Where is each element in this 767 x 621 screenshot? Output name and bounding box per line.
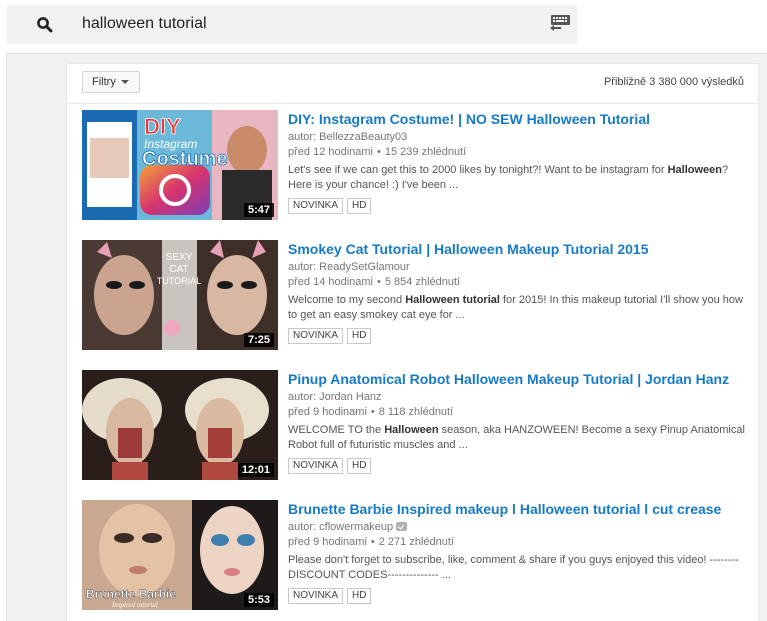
video-info: DIY: Instagram Costume! | NO SEW Hallowe… <box>288 110 752 214</box>
new-badge: NOVINKA <box>288 588 344 604</box>
result-count: Přibližně 3 380 000 výsledků <box>603 76 744 88</box>
new-badge: NOVINKA <box>288 328 344 344</box>
hd-badge: HD <box>347 328 372 344</box>
list-item: SEXY CAT TUTORIAL 7:25 Smokey Cat Tutori… <box>82 240 752 352</box>
author-link[interactable]: autor: Jordan Hanz <box>288 391 382 403</box>
video-description: Please don't forget to subscribe, like, … <box>288 553 752 583</box>
desc-text: Welcome to my second <box>288 294 406 306</box>
badge-group: NOVINKA HD <box>288 458 752 474</box>
desc-highlight: Halloween <box>667 164 722 176</box>
search-icon[interactable] <box>36 16 54 34</box>
video-duration: 5:53 <box>243 593 274 607</box>
video-thumbnail[interactable]: Brunette Barbie Inspired tutorial 5:53 <box>82 500 278 610</box>
search-input[interactable] <box>82 10 522 38</box>
thumbnail-caption: TUTORIAL <box>157 276 201 286</box>
video-info: Pinup Anatomical Robot Halloween Makeup … <box>288 370 752 474</box>
hd-badge: HD <box>347 588 372 604</box>
search-bar <box>7 5 577 44</box>
video-age: před 9 hodinami <box>288 406 367 418</box>
video-title-link[interactable]: Brunette Barbie Inspired makeup l Hallow… <box>288 500 752 518</box>
video-description: Let's see if we can get this to 2000 lik… <box>288 163 752 193</box>
desc-text: Let's see if we can get this to 2000 lik… <box>288 164 668 176</box>
video-age: před 12 hodinami <box>288 146 374 158</box>
hd-badge: HD <box>347 458 372 474</box>
separator-dot: • <box>370 406 375 418</box>
new-badge: NOVINKA <box>288 458 344 474</box>
results-panel: Filtry Přibližně 3 380 000 výsledků DIY … <box>66 63 759 621</box>
video-info: Brunette Barbie Inspired makeup l Hallow… <box>288 500 752 604</box>
separator-dot: • <box>370 536 375 548</box>
verified-icon <box>396 522 408 531</box>
desc-text: Please don't forget to subscribe, like, … <box>288 554 739 581</box>
video-info: Smokey Cat Tutorial | Halloween Makeup T… <box>288 240 752 344</box>
video-title-link[interactable]: Pinup Anatomical Robot Halloween Makeup … <box>288 370 752 388</box>
video-description: WELCOME TO the Halloween season, aka HAN… <box>288 423 752 453</box>
desc-highlight: Halloween <box>384 424 439 436</box>
video-thumbnail[interactable]: SEXY CAT TUTORIAL 7:25 <box>82 240 278 350</box>
video-stats: před 12 hodinami • 15 239 zhlédnutí <box>288 145 752 160</box>
filter-button[interactable]: Filtry <box>82 71 140 93</box>
thumbnail-caption: CAT <box>169 264 188 275</box>
badge-group: NOVINKA HD <box>288 198 752 214</box>
video-age: před 9 hodinami <box>288 536 367 548</box>
video-author: autor: Jordan Hanz <box>288 390 752 405</box>
filter-button-label: Filtry <box>92 76 116 88</box>
list-item: 12:01 Pinup Anatomical Robot Halloween M… <box>82 370 752 482</box>
video-description: Welcome to my second Halloween tutorial … <box>288 293 752 323</box>
thumbnail-caption: SEXY <box>166 252 193 263</box>
video-duration: 12:01 <box>237 463 274 477</box>
list-item: DIY Instagram Costume 5:47 DIY: Instagra… <box>82 110 752 222</box>
video-author: autor: BellezzaBeauty03 <box>288 130 752 145</box>
video-stats: před 14 hodinami • 5 854 zhlédnutí <box>288 275 752 290</box>
separator-dot: • <box>377 146 381 158</box>
video-stats: před 9 hodinami • 2 271 zhlédnutí <box>288 535 752 550</box>
author-link[interactable]: autor: ReadySetGlamour <box>288 261 410 273</box>
keyboard-icon[interactable] <box>549 14 571 32</box>
results-area: Filtry Přibližně 3 380 000 výsledků DIY … <box>6 53 767 621</box>
chevron-down-icon <box>120 80 129 84</box>
view-count: 2 271 zhlédnutí <box>378 536 454 548</box>
video-stats: před 9 hodinami • 8 118 zhlédnutí <box>288 405 752 420</box>
list-item: Brunette Barbie Inspired tutorial 5:53 B… <box>82 500 752 612</box>
badge-group: NOVINKA HD <box>288 588 752 604</box>
thumbnail-caption: Inspired tutorial <box>111 601 158 609</box>
thumbnail-caption: DIY <box>144 114 181 139</box>
view-count: 8 118 zhlédnutí <box>378 406 454 418</box>
view-count: 15 239 zhlédnutí <box>384 146 467 158</box>
thumbnail-caption: Brunette Barbie <box>86 587 176 601</box>
separator-dot: • <box>377 276 381 288</box>
video-author: autor: cflowermakeup <box>288 520 752 535</box>
video-thumbnail[interactable]: DIY Instagram Costume 5:47 <box>82 110 278 220</box>
video-age: před 14 hodinami <box>288 276 374 288</box>
video-thumbnail[interactable]: 12:01 <box>82 370 278 480</box>
results-toolbar: Filtry Přibližně 3 380 000 výsledků <box>67 64 758 104</box>
badge-group: NOVINKA HD <box>288 328 752 344</box>
hd-badge: HD <box>347 198 372 214</box>
video-title-link[interactable]: Smokey Cat Tutorial | Halloween Makeup T… <box>288 240 752 258</box>
desc-highlight: Halloween tutorial <box>405 294 500 306</box>
author-link[interactable]: autor: BellezzaBeauty03 <box>288 131 407 143</box>
thumbnail-caption: Costume <box>142 148 228 170</box>
video-title-link[interactable]: DIY: Instagram Costume! | NO SEW Hallowe… <box>288 110 752 128</box>
view-count: 5 854 zhlédnutí <box>384 276 461 288</box>
author-link[interactable]: autor: cflowermakeup <box>288 521 393 533</box>
desc-text: WELCOME TO the <box>288 424 385 436</box>
video-duration: 5:47 <box>243 203 274 217</box>
video-duration: 7:25 <box>243 333 274 347</box>
video-author: autor: ReadySetGlamour <box>288 260 752 275</box>
new-badge: NOVINKA <box>288 198 344 214</box>
